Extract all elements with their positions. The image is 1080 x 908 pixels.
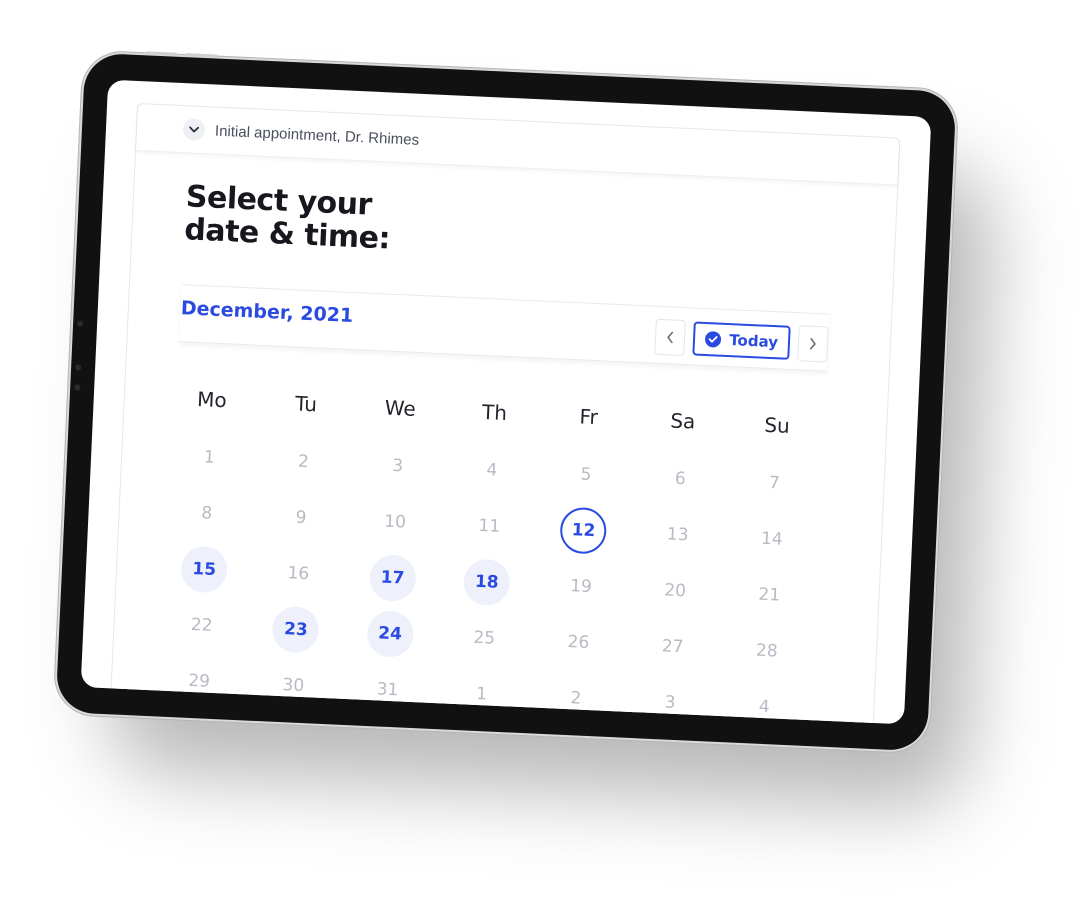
tablet-sensor	[76, 320, 84, 327]
tablet-sensor	[74, 384, 81, 391]
calendar-day-disabled: 3	[391, 455, 404, 477]
appointment-label: Initial appointment, Dr. Rhimes	[214, 122, 420, 149]
chevron-right-icon	[809, 337, 816, 350]
calendar-weeks: 1 2 3 4 5 6 7 8 9 10 11 12 13 14 15 16 17 18 19 20 21 22 23 24 2…	[151, 427, 823, 724]
calendar-day-disabled: 8	[200, 503, 213, 524]
weekday-label: We	[384, 395, 417, 421]
booking-card: Initial appointment, Dr. Rhimes Select y…	[108, 102, 901, 725]
weekday-label: Tu	[294, 391, 318, 417]
stage: Initial appointment, Dr. Rhimes Select y…	[0, 0, 1080, 908]
calendar-day-available[interactable]: 24	[366, 609, 415, 658]
calendar-day-disabled: 25	[472, 627, 496, 649]
calendar-day-disabled: 21	[758, 584, 781, 606]
today-label: Today	[728, 331, 779, 352]
today-button[interactable]: Today	[692, 321, 791, 360]
calendar-day-disabled: 13	[666, 524, 689, 546]
calendar-day-disabled: 14	[760, 528, 784, 550]
calendar-day-disabled: 3	[664, 692, 676, 713]
calendar-day-disabled: 29	[187, 670, 211, 692]
weekday-label: Fr	[579, 404, 599, 430]
calendar-day-disabled: 10	[383, 511, 407, 533]
calendar-day-disabled: 11	[478, 515, 501, 537]
calendar-day-disabled: 5	[580, 464, 592, 485]
calendar-day-available[interactable]: 15	[180, 545, 229, 594]
weekday-label: Mo	[196, 387, 228, 413]
calendar-day-selected[interactable]: 12	[559, 506, 608, 555]
calendar-day-disabled: 1	[475, 683, 488, 705]
tablet-screen: Initial appointment, Dr. Rhimes Select y…	[80, 79, 932, 725]
tablet-top-button	[145, 51, 178, 56]
calendar-day-available[interactable]: 18	[462, 558, 511, 607]
calendar-day-disabled: 2	[297, 451, 310, 473]
weekday-label: Th	[481, 399, 508, 426]
calendar-day-disabled: 31	[376, 679, 399, 701]
calendar-day-disabled: 22	[190, 614, 213, 636]
calendar-day-disabled: 28	[755, 640, 779, 662]
calendar-day-disabled: 30	[282, 675, 305, 697]
appointment-bar[interactable]: Initial appointment, Dr. Rhimes	[136, 104, 900, 186]
chevron-left-icon	[667, 331, 674, 344]
calendar-day-available[interactable]: 17	[368, 554, 417, 603]
calendar-day-disabled: 4	[758, 696, 771, 718]
calendar-day-disabled: 4	[485, 460, 498, 481]
calendar-day-disabled: 20	[663, 580, 687, 602]
calendar-day-disabled: 26	[567, 632, 590, 654]
page-title: Select your date & time:	[183, 179, 392, 257]
weekday-label: Sa	[669, 408, 696, 434]
month-label: December, 2021	[180, 297, 354, 327]
month-navigation-bar: December, 2021 Today	[179, 284, 830, 372]
weekday-label: Su	[763, 412, 791, 438]
calendar-day-disabled: 19	[569, 576, 593, 598]
check-circle-icon	[704, 330, 722, 348]
next-month-button[interactable]	[797, 325, 829, 363]
chevron-down-icon[interactable]	[182, 118, 206, 142]
calendar-day-disabled: 16	[287, 563, 310, 585]
tablet-top-button	[185, 53, 218, 58]
calendar-day-disabled: 7	[768, 473, 781, 494]
page-title-line-2: date & time:	[183, 212, 391, 257]
calendar-day-disabled: 27	[661, 636, 684, 658]
tablet-sensor	[74, 364, 82, 371]
calendar-day-disabled: 1	[203, 447, 216, 468]
calendar-day-disabled: 2	[570, 688, 582, 709]
tablet-device: Initial appointment, Dr. Rhimes Select y…	[55, 51, 957, 752]
calendar-day-available[interactable]: 23	[271, 605, 320, 654]
previous-month-button[interactable]	[654, 318, 687, 357]
calendar-grid: Mo Tu We Th Fr Sa Su 1 2 3 4 5 6 7 8 9 10 11 12 13 14…	[151, 368, 826, 725]
calendar-day-disabled: 6	[674, 468, 687, 490]
calendar-day-disabled: 9	[295, 507, 307, 529]
month-nav-group: Today	[654, 318, 829, 363]
